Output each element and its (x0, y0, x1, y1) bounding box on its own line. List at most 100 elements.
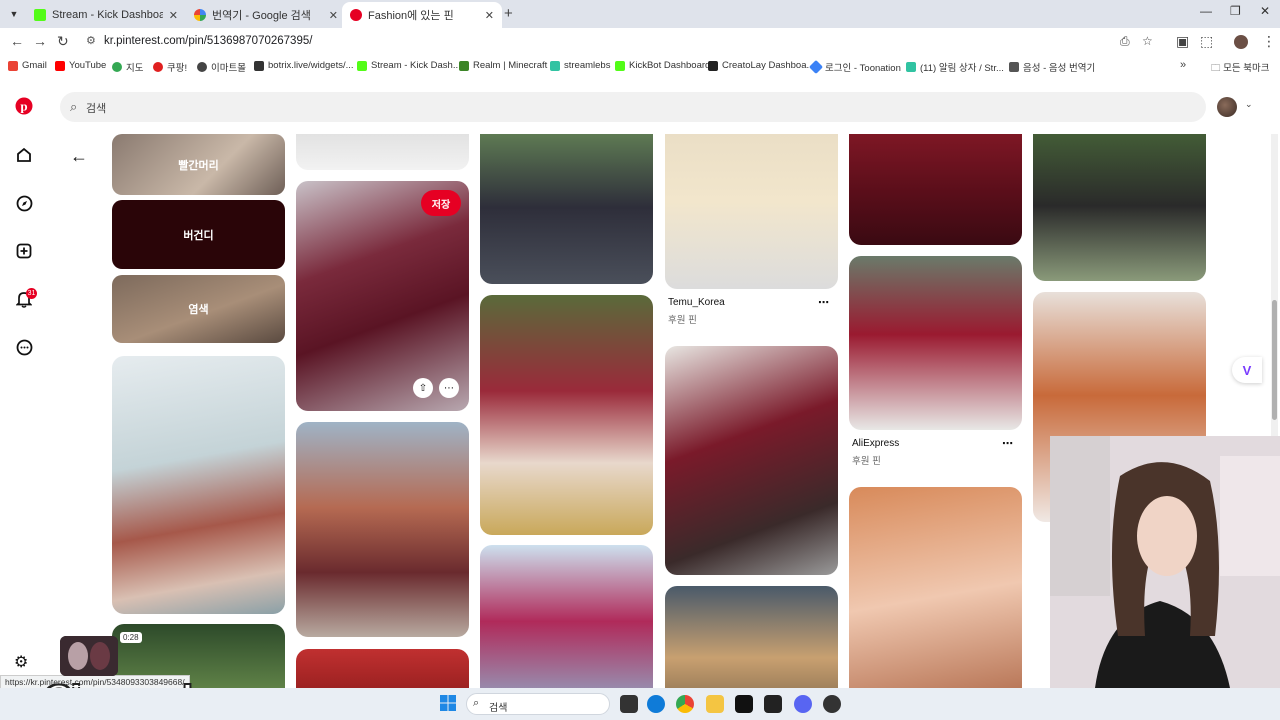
chip-label: 버건디 (183, 229, 214, 242)
edge-icon[interactable] (647, 695, 665, 713)
layers-app-icon[interactable] (764, 695, 782, 713)
back-icon[interactable]: ← (10, 33, 24, 49)
chip-burgundy[interactable]: 버건디 (112, 200, 285, 269)
bookmark-label: botrix.live/widgets/... (268, 60, 354, 71)
pin-card[interactable] (480, 545, 653, 688)
pin-card[interactable] (1033, 134, 1206, 281)
search-input[interactable]: ⌕ 검색 (60, 92, 1206, 122)
pin-subtitle: 후원 핀 (668, 315, 697, 326)
bookmark-star-icon[interactable]: ☆ (1142, 34, 1153, 48)
bookmark-youtube[interactable]: YouTube (55, 60, 106, 71)
bookmark-gmail[interactable]: Gmail (8, 60, 47, 71)
botrix-icon (254, 60, 264, 71)
bookmark-label: Stream - Kick Dash... (371, 60, 461, 71)
install-app-icon[interactable]: ⎙ (1120, 34, 1130, 49)
profile-avatar[interactable] (1217, 97, 1237, 117)
bookmark-alertbox[interactable]: (11) 알림 상자 / Str... (906, 60, 1004, 74)
extension-icon[interactable]: ▣ (1176, 33, 1189, 50)
folder-label: 모든 북마크 (1223, 63, 1270, 74)
svg-text:p: p (20, 99, 27, 114)
bookmark-maps[interactable]: 지도 (112, 60, 143, 74)
pinterest-logo-icon[interactable]: p (14, 96, 34, 116)
discord-icon[interactable] (794, 695, 812, 713)
chip-dye[interactable]: 염색 (112, 275, 285, 343)
windows-taskbar (0, 688, 1280, 720)
close-window-icon[interactable]: ✕ (1260, 4, 1270, 18)
extension-v-icon[interactable]: V (1232, 357, 1262, 383)
bookmark-label: KickBot Dashboard (629, 60, 711, 71)
pin-more-icon[interactable]: ⋯ (1002, 437, 1014, 450)
profile-avatar-icon[interactable] (1234, 35, 1248, 49)
share-icon[interactable]: ⇧ (413, 378, 433, 398)
pin-card[interactable] (296, 649, 469, 688)
translator-icon (1009, 62, 1019, 72)
pin-card[interactable] (665, 346, 838, 575)
tab-close-icon[interactable]: ✕ (169, 9, 178, 22)
bookmark-kickbot[interactable]: KickBot Dashboard (615, 60, 710, 71)
scrollbar-thumb[interactable] (1272, 300, 1277, 420)
pin-card[interactable] (112, 356, 285, 614)
coupang-icon (153, 62, 163, 72)
bookmark-realm[interactable]: Realm | Minecraft (459, 60, 547, 71)
pin-card[interactable] (296, 422, 469, 637)
task-view-icon[interactable] (620, 695, 638, 713)
chrome-menu-icon[interactable]: ⋮ (1262, 33, 1276, 50)
all-bookmarks-folder[interactable]: 🗀 모든 북마크 (1211, 60, 1269, 77)
tab-title: Stream - Kick Dashboard (52, 9, 163, 21)
chevron-down-icon[interactable]: ⌄ (1245, 99, 1253, 110)
site-info-icon[interactable]: ⚙ (86, 34, 96, 47)
tab-close-icon[interactable]: ✕ (485, 9, 494, 22)
minimize-icon[interactable]: — (1200, 4, 1212, 18)
pin-card[interactable] (849, 134, 1022, 245)
more-options-icon[interactable]: ⋯ (439, 378, 459, 398)
bookmark-label: 지도 (126, 63, 144, 74)
pin-card[interactable] (480, 134, 653, 284)
mini-video-player[interactable] (60, 636, 118, 676)
pin-card[interactable] (665, 586, 838, 688)
tab-pinterest[interactable]: Fashion에 있는 핀 ✕ (342, 2, 502, 28)
bookmark-streamlabs[interactable]: streamlebs (550, 60, 610, 71)
tab-close-icon[interactable]: ✕ (329, 9, 338, 22)
pin-card[interactable] (665, 134, 838, 289)
pin-card[interactable] (849, 256, 1022, 430)
bookmark-botrix[interactable]: botrix.live/widgets/... (254, 60, 354, 71)
mini-video-time: 0:28 (120, 632, 142, 643)
url-field[interactable]: ⚙ kr.pinterest.com/pin/5136987070267395/… (80, 31, 1165, 53)
new-tab-icon[interactable]: + (504, 5, 513, 22)
tab-google-translate[interactable]: 번역기 - Google 검색 ✕ (186, 2, 346, 28)
bookmark-creatolay[interactable]: CreatoLay Dashboa... (708, 60, 814, 71)
pin-more-icon[interactable]: ⋯ (818, 296, 830, 309)
pin-title[interactable]: Temu_Korea (668, 297, 725, 308)
bookmark-coupang[interactable]: 쿠팡! (153, 60, 187, 74)
bookmark-label: 쿠팡! (167, 63, 188, 74)
chrome-icon[interactable] (676, 695, 694, 713)
bookmark-toonation[interactable]: 로그인 - Toonation (808, 59, 901, 75)
tab-kick-dashboard[interactable]: Stream - Kick Dashboard ✕ (26, 2, 186, 28)
kick-icon (357, 60, 367, 71)
pin-card[interactable] (480, 295, 653, 535)
reload-icon[interactable]: ↻ (57, 33, 69, 50)
extensions-puzzle-icon[interactable]: ⬚ (1200, 33, 1213, 50)
taskbar-search-input[interactable]: ⌕ 검색 (466, 693, 610, 715)
obs-icon[interactable] (823, 695, 841, 713)
chip-red-hair[interactable]: 빨간머리 (112, 134, 285, 195)
pin-card[interactable] (849, 487, 1022, 688)
pin-title[interactable]: AliExpress (852, 438, 899, 449)
tab-search-menu-icon[interactable]: ▼ (4, 4, 24, 24)
bookmark-label: CreatoLay Dashboa... (722, 60, 815, 71)
bookmarks-overflow-icon[interactable]: » (1180, 59, 1186, 71)
restore-icon[interactable]: ❐ (1230, 4, 1241, 18)
bookmark-label: Gmail (22, 60, 47, 71)
kickbot-icon (615, 60, 625, 71)
file-explorer-icon[interactable] (706, 695, 724, 713)
forward-icon[interactable]: → (33, 33, 47, 49)
windows-start-icon[interactable] (440, 695, 456, 711)
bookmark-voice-translator[interactable]: 음성 - 음성 번역기 (1009, 60, 1095, 74)
bookmark-emart[interactable]: 이마트몰 (197, 60, 246, 74)
chip-label: 염색 (188, 304, 209, 316)
bookmark-kick-stream[interactable]: Stream - Kick Dash... (357, 60, 461, 71)
kick-app-icon[interactable] (735, 695, 753, 713)
save-button[interactable]: 저장 (421, 190, 461, 216)
back-arrow-icon[interactable]: ← (70, 146, 88, 167)
pin-card[interactable] (296, 134, 469, 170)
